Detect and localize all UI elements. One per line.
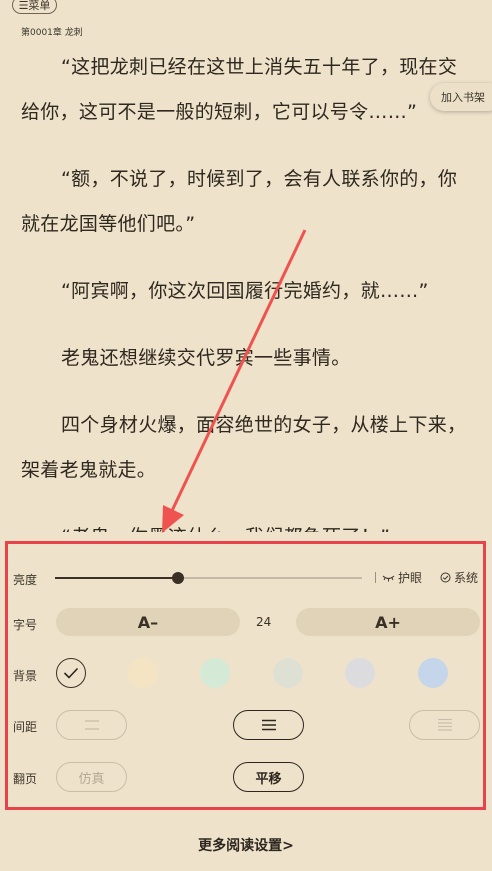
reader-text: “这把龙刺已经在这世上消失五十年了，现在交给你，这可不是一般的短刺，它可以号令…… <box>21 45 476 582</box>
background-label: 背景 <box>13 669 38 683</box>
paragraph: “阿宾啊，你这次回国履行完婚约，就……” <box>61 280 429 302</box>
font-size-value: 24 <box>256 615 272 629</box>
brightness-slider-thumb[interactable] <box>171 572 184 584</box>
eye-icon <box>382 575 395 581</box>
spacing-label: 间距 <box>13 720 38 734</box>
paragraph: 四个身材火爆，面容绝世的女子，从楼上下来，架着老鬼就走。 <box>21 414 467 481</box>
spacing-medium-button[interactable] <box>233 710 304 740</box>
spacing-medium-icon <box>261 719 276 731</box>
spacing-wide-button[interactable] <box>56 710 127 740</box>
brightness-label: 亮度 <box>13 573 38 587</box>
brightness-slider[interactable] <box>55 572 362 584</box>
spacing-wide-icon <box>84 720 99 730</box>
spacing-narrow-icon <box>437 718 452 731</box>
paragraph: 老鬼还想继续交代罗宾一些事情。 <box>61 347 351 369</box>
background-swatch[interactable] <box>345 658 375 688</box>
spacing-narrow-button[interactable] <box>409 710 480 740</box>
font-increase-button[interactable]: A+ <box>296 608 480 636</box>
divider <box>375 572 376 583</box>
background-swatch-selected[interactable] <box>56 658 86 688</box>
brightness-slider-fill <box>55 577 178 579</box>
background-swatch[interactable] <box>200 658 230 688</box>
system-label: 系统 <box>454 571 479 585</box>
more-reading-settings-link[interactable]: 更多阅读设置> <box>0 835 492 855</box>
page-turn-slide-button[interactable]: 平移 <box>233 762 304 792</box>
background-swatch[interactable] <box>128 658 158 688</box>
add-to-shelf-button[interactable]: 加入书架 <box>430 83 492 111</box>
paragraph: “这把龙刺已经在这世上消失五十年了，现在交给你，这可不是一般的短刺，它可以号令…… <box>21 56 458 123</box>
chapter-title: 第0001章 龙刺 <box>21 28 83 38</box>
eye-protection-button[interactable]: 护眼 <box>382 569 422 586</box>
system-brightness-button[interactable]: 系统 <box>440 569 478 586</box>
eye-protection-label: 护眼 <box>398 571 423 585</box>
page-turn-label: 翻页 <box>13 772 38 786</box>
page-turn-simulate-button[interactable]: 仿真 <box>56 762 127 792</box>
background-swatch[interactable] <box>273 658 303 688</box>
menu-button[interactable]: ☰菜单 <box>12 0 57 14</box>
paragraph: “额，不说了，时候到了，会有人联系你的，你就在龙国等他们吧。” <box>21 168 458 235</box>
font-decrease-button[interactable]: A– <box>56 608 240 636</box>
check-circle-icon <box>440 572 451 583</box>
background-swatch[interactable] <box>418 658 448 688</box>
font-size-label: 字号 <box>13 618 38 632</box>
checkmark-icon <box>63 667 79 679</box>
